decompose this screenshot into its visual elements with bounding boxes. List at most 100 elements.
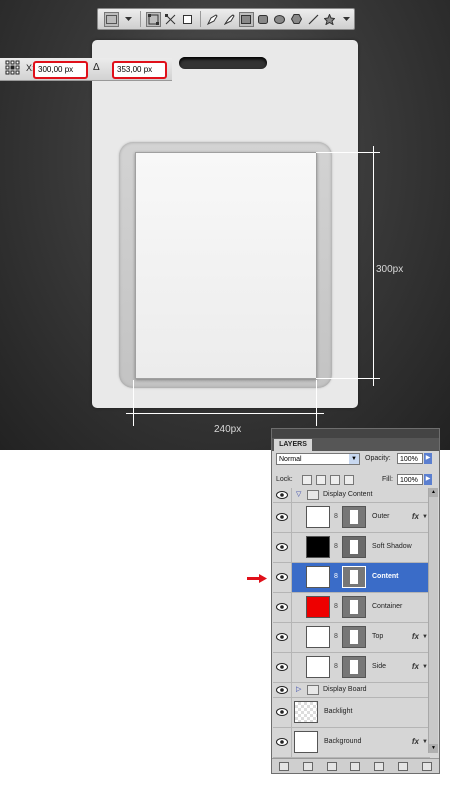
- layer-group-display-content[interactable]: ▽ Display Content: [273, 488, 430, 503]
- layer-row-content[interactable]: 8 Content: [273, 563, 430, 593]
- eye-icon[interactable]: [276, 543, 288, 551]
- new-layer-icon[interactable]: [398, 761, 409, 771]
- eye-cell: [273, 593, 292, 622]
- polygon-tool-icon[interactable]: [289, 12, 304, 27]
- panel-tab-row: LAYERS: [272, 438, 439, 451]
- layer-row-backlight[interactable]: Backlight: [273, 698, 430, 728]
- eye-icon[interactable]: [276, 603, 288, 611]
- eye-icon[interactable]: [276, 738, 288, 746]
- fx-icon[interactable]: fx: [412, 662, 419, 671]
- lock-options: [302, 475, 354, 485]
- lock-label: Lock:: [276, 476, 293, 483]
- hang-hole: [179, 57, 267, 69]
- group-collapsed-triangle-icon[interactable]: ▷: [296, 685, 301, 693]
- panel-titlebar[interactable]: [272, 429, 439, 438]
- fill-field[interactable]: 100%: [397, 474, 423, 485]
- link-icon: 8: [334, 543, 338, 550]
- scroll-up-icon[interactable]: ▲: [429, 488, 438, 497]
- blend-mode-value: Normal: [279, 456, 302, 463]
- new-group-icon[interactable]: [374, 761, 385, 771]
- x-position-field[interactable]: 300,00 px: [33, 61, 88, 79]
- eye-icon[interactable]: [276, 633, 288, 641]
- add-layer-style-icon[interactable]: [302, 761, 313, 771]
- fill-slider-arrow-icon[interactable]: ▶: [424, 474, 432, 485]
- folder-icon: [307, 685, 319, 695]
- line-tool-icon[interactable]: [306, 12, 321, 27]
- width-label: 240px: [214, 424, 242, 435]
- layer-thumbnail: [306, 506, 330, 528]
- eye-icon[interactable]: [276, 663, 288, 671]
- pen-icon[interactable]: [206, 12, 221, 27]
- layer-thumbnail: [306, 626, 330, 648]
- chevron-down-icon[interactable]: [121, 12, 136, 27]
- rectangle-tool-icon[interactable]: [239, 11, 254, 27]
- divider: [140, 11, 142, 27]
- layer-row-container[interactable]: 8 Container: [273, 593, 430, 623]
- layer-row-soft-shadow[interactable]: 8 Soft Shadow: [273, 533, 430, 563]
- fx-icon[interactable]: fx: [412, 512, 419, 521]
- eye-cell: [273, 533, 292, 562]
- layer-name: Soft Shadow: [372, 543, 412, 550]
- layer-name: Backlight: [324, 708, 353, 715]
- layer-row-side[interactable]: 8 Side fx ▼: [273, 653, 430, 683]
- fill-label: Fill:: [382, 476, 393, 483]
- eye-icon[interactable]: [276, 708, 288, 716]
- link-layers-icon[interactable]: [278, 761, 289, 771]
- eye-cell: [273, 728, 292, 757]
- vector-mask-thumbnail: [342, 656, 366, 678]
- path-mode-icon[interactable]: [146, 11, 162, 27]
- lock-pixels-icon[interactable]: [316, 475, 326, 485]
- height-dimension-line: [373, 146, 374, 386]
- ellipse-tool-icon[interactable]: [272, 12, 287, 27]
- path-icon[interactable]: [163, 12, 178, 27]
- lock-transparency-icon[interactable]: [302, 475, 312, 485]
- layer-name: Content: [372, 573, 399, 580]
- layers-scrollbar[interactable]: ▲ ▼: [428, 488, 438, 753]
- opacity-slider-arrow-icon[interactable]: ▶: [424, 453, 432, 464]
- layer-thumbnail: [306, 566, 330, 588]
- fill-pixels-icon[interactable]: [180, 12, 195, 27]
- group-expanded-triangle-icon[interactable]: ▽: [296, 490, 301, 498]
- eye-cell: [273, 653, 292, 682]
- fx-icon[interactable]: fx: [412, 737, 419, 746]
- layer-thumbnail: [306, 536, 330, 558]
- freeform-pen-icon[interactable]: [222, 12, 237, 27]
- eye-cell: [273, 698, 292, 727]
- guide-top-horizontal: [316, 152, 380, 153]
- reference-point-icon[interactable]: [5, 60, 20, 75]
- layer-row-top[interactable]: 8 Top fx ▼: [273, 623, 430, 653]
- opacity-label: Opacity:: [365, 455, 391, 462]
- custom-shape-tool-icon[interactable]: [323, 12, 338, 27]
- rounded-rect-tool-icon[interactable]: [256, 12, 271, 27]
- add-mask-icon[interactable]: [326, 761, 337, 771]
- blend-mode-select[interactable]: Normal ▼: [276, 453, 360, 465]
- chevron-down-icon[interactable]: [339, 12, 354, 27]
- scroll-down-icon[interactable]: ▼: [429, 744, 438, 753]
- link-icon: 8: [334, 633, 338, 640]
- eye-icon[interactable]: [276, 686, 288, 694]
- lock-position-icon[interactable]: [330, 475, 340, 485]
- trash-icon[interactable]: [421, 761, 432, 771]
- layer-name: Display Content: [323, 491, 373, 498]
- opacity-field[interactable]: 100%: [397, 453, 423, 464]
- fx-icon[interactable]: fx: [412, 632, 419, 641]
- eye-icon[interactable]: [276, 513, 288, 521]
- layer-row-background[interactable]: Background fx ▼: [273, 728, 430, 758]
- layer-name: Background: [324, 738, 362, 745]
- layer-name: Outer: [372, 513, 390, 520]
- link-icon: 8: [334, 603, 338, 610]
- lock-all-icon[interactable]: [344, 475, 354, 485]
- tab-layers[interactable]: LAYERS: [274, 439, 312, 451]
- eye-icon[interactable]: [276, 573, 288, 581]
- layer-thumbnail: [294, 731, 318, 753]
- y-position-field[interactable]: 353,00 px: [112, 61, 167, 79]
- adjustment-layer-icon[interactable]: [350, 761, 361, 771]
- folder-icon: [307, 490, 319, 500]
- layers-list: ▽ Display Content 8 Outer fx ▼ 8 Soft Sh…: [273, 488, 430, 758]
- relative-position-icon[interactable]: Δ: [93, 62, 100, 73]
- rectangle-shape-icon[interactable]: [104, 11, 119, 27]
- chevron-down-icon[interactable]: ▼: [349, 454, 359, 464]
- eye-icon[interactable]: [276, 491, 288, 499]
- layer-group-display-board[interactable]: ▷ Display Board: [273, 683, 430, 698]
- layer-row-outer[interactable]: 8 Outer fx ▼: [273, 503, 430, 533]
